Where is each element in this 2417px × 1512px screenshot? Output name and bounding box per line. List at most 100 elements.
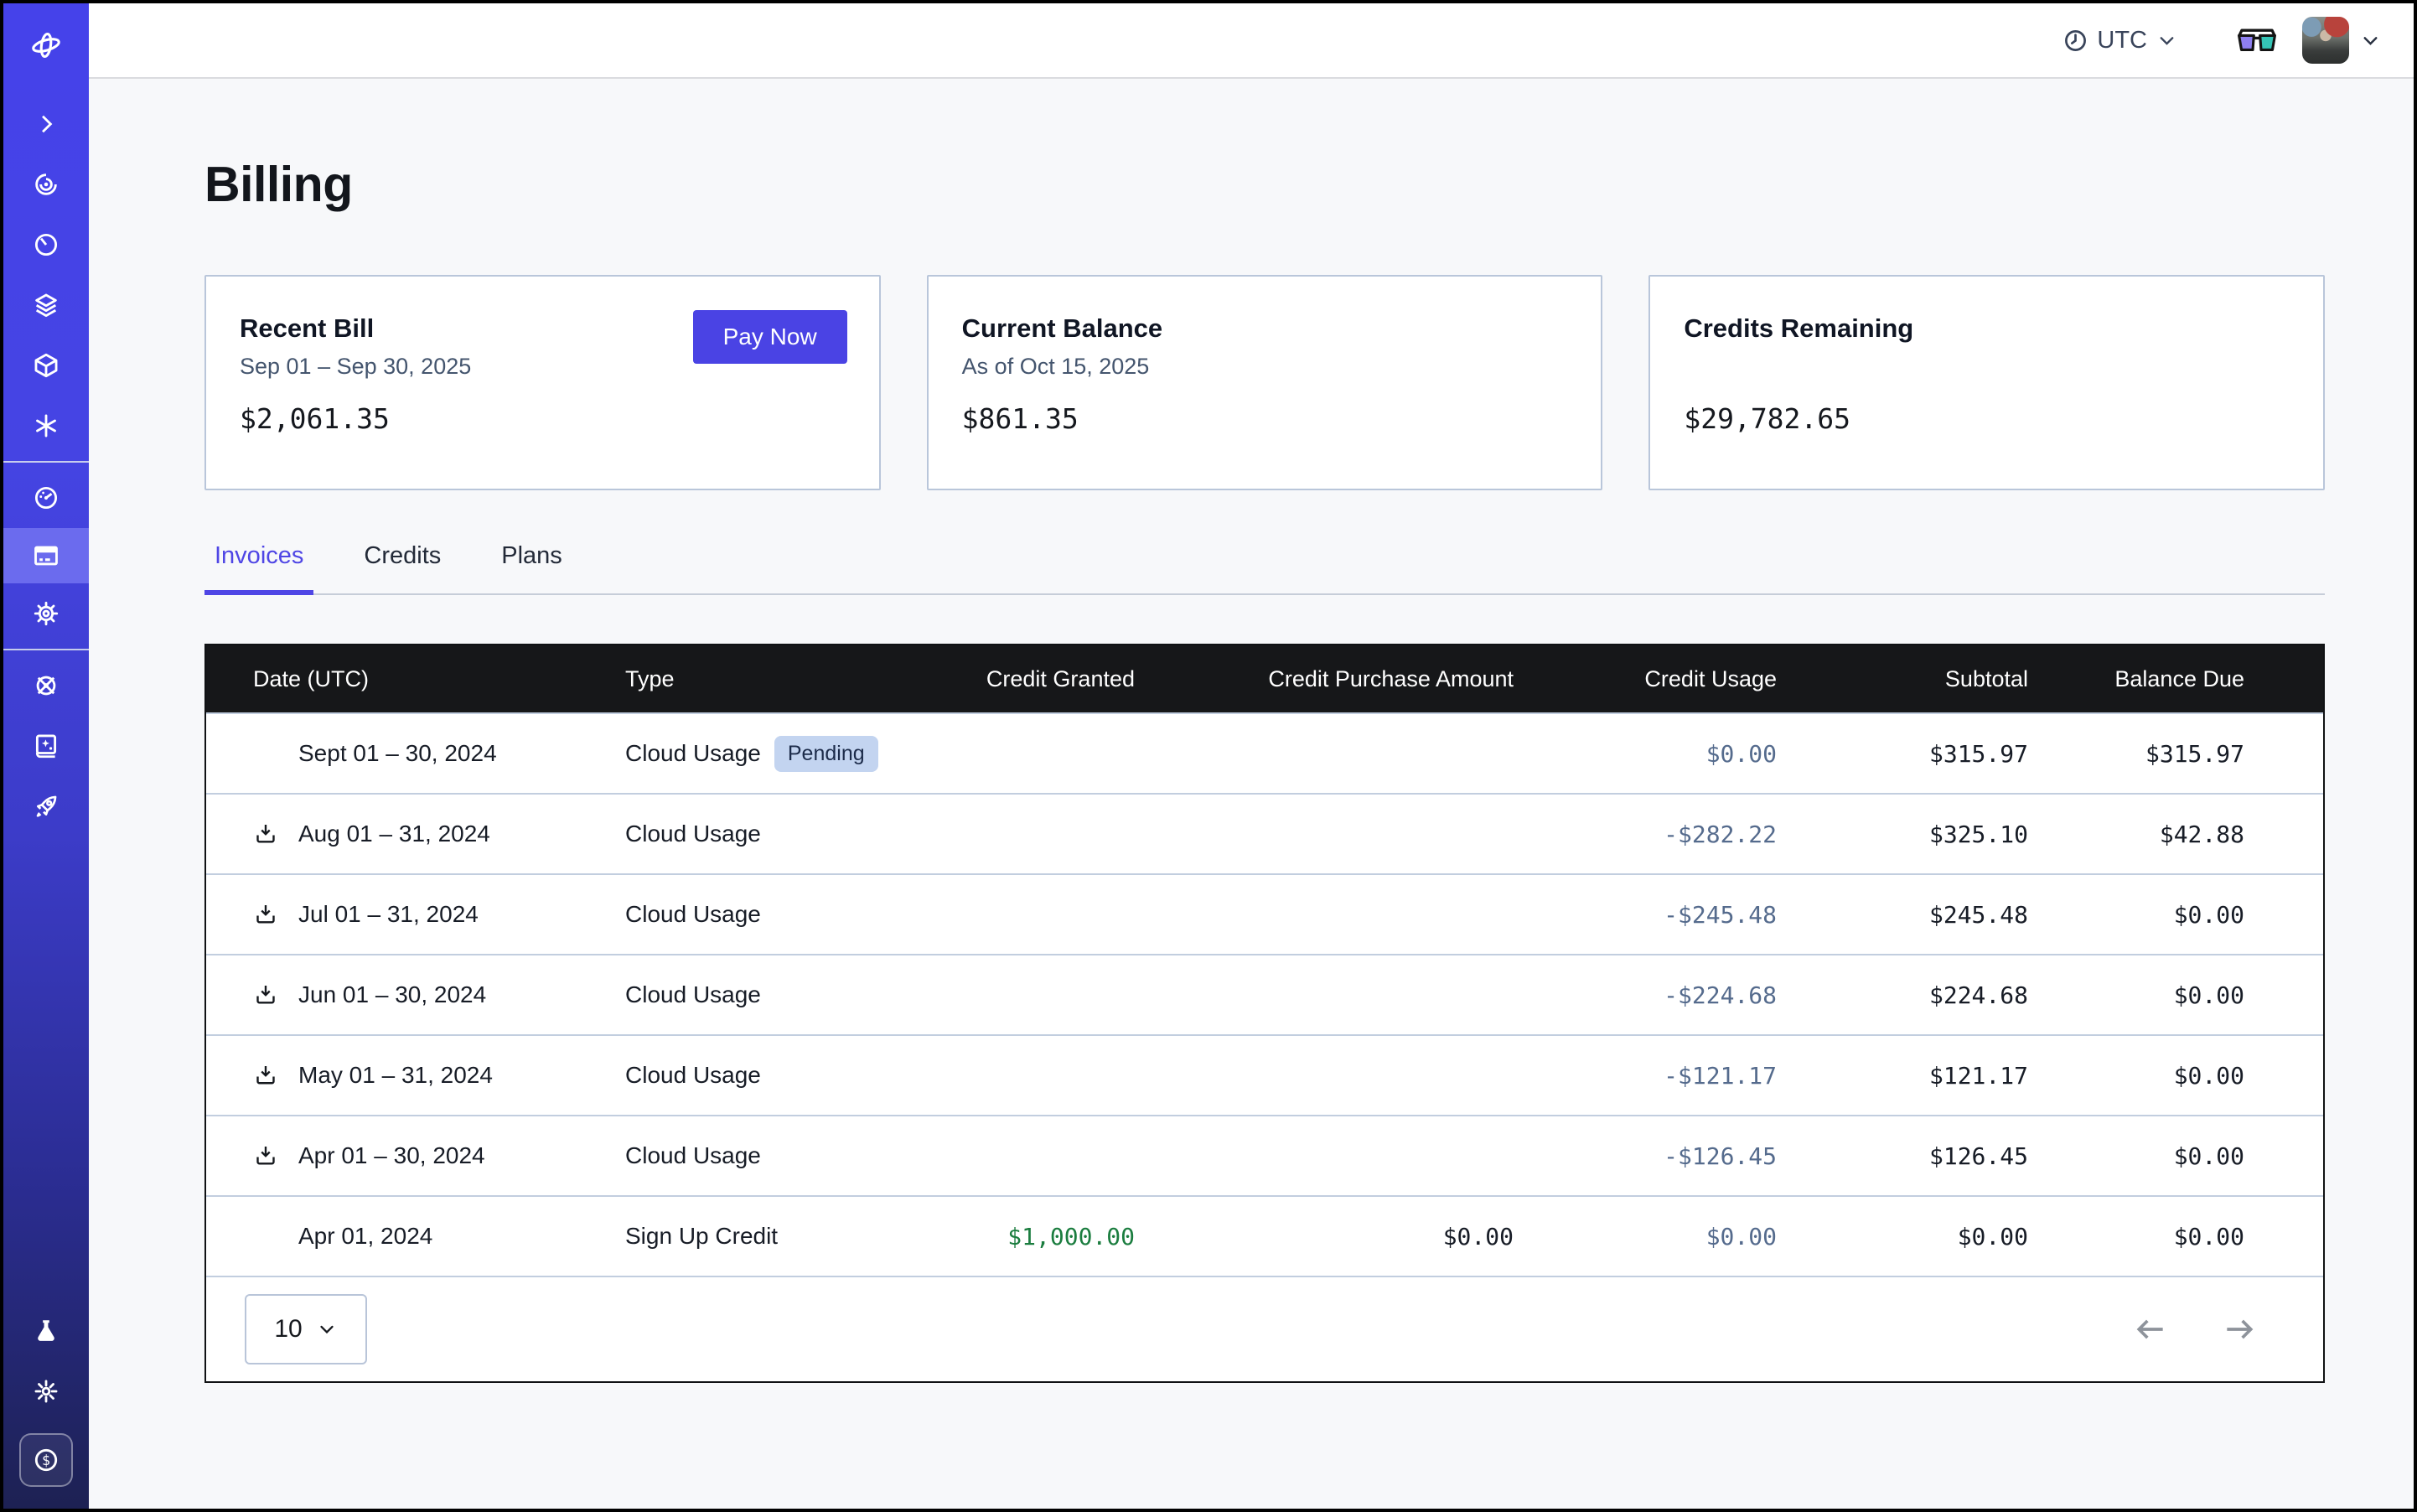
invoice-date: May 01 – 31, 2024 [298, 1062, 493, 1089]
asterisk-icon [32, 412, 60, 440]
sidebar-item-support[interactable] [3, 655, 89, 716]
sidebar-item-settings[interactable] [3, 583, 89, 644]
credit-usage: -$282.22 [1514, 821, 1777, 848]
subtotal: $126.45 [1777, 1142, 2028, 1170]
sidebar-item-layers[interactable] [3, 275, 89, 335]
card-subtitle [1684, 354, 2290, 382]
timezone-label: UTC [2097, 27, 2147, 54]
gauge-icon [32, 484, 60, 512]
card-amount: $861.35 [962, 402, 1568, 435]
credits-remaining-card: Credits Remaining $29,782.65 [1648, 275, 2325, 490]
page-size-select[interactable]: 10 [245, 1294, 367, 1364]
invoice-date: Jul 01 – 31, 2024 [298, 901, 479, 928]
card-amount: $29,782.65 [1684, 402, 2290, 435]
table-row: May 01 – 31, 2024 Cloud Usage -$121.17 $… [206, 1034, 2323, 1115]
subtotal: $325.10 [1777, 821, 2028, 848]
history-clock-icon [32, 230, 60, 259]
balance-due: $0.00 [2028, 1142, 2323, 1170]
sidebar-divider [3, 649, 89, 650]
credits-dollar-button[interactable]: $ [19, 1433, 73, 1487]
tab-plans[interactable]: Plans [491, 542, 572, 595]
credit-usage: $0.00 [1514, 740, 1777, 768]
tab-invoices[interactable]: Invoices [204, 542, 313, 595]
invoice-type: Cloud Usage [625, 981, 761, 1008]
credit-usage: -$126.45 [1514, 1142, 1777, 1170]
table-header: Date (UTC) Type Credit Granted Credit Pu… [206, 645, 2323, 712]
settings-gear-icon [32, 599, 60, 628]
svg-text:$: $ [42, 1452, 50, 1468]
table-row: Aug 01 – 31, 2024 Cloud Usage -$282.22 $… [206, 793, 2323, 873]
sidebar-item-history[interactable] [3, 215, 89, 275]
user-menu-button[interactable] [2359, 29, 2382, 52]
pay-now-button[interactable]: Pay Now [693, 310, 847, 364]
billing-card-icon [32, 541, 60, 570]
clock-icon [2062, 28, 2088, 54]
table-pagination: 10 [206, 1276, 2323, 1381]
sidebar-item-live[interactable] [3, 154, 89, 215]
user-avatar[interactable] [2302, 17, 2349, 64]
balance-due: $0.00 [2028, 1062, 2323, 1090]
sidebar-item-billing[interactable] [3, 528, 89, 583]
layers-icon [32, 291, 60, 319]
col-header-credit-usage: Credit Usage [1514, 666, 1777, 692]
sidebar-item-usage[interactable] [3, 468, 89, 528]
orbit-logo-icon[interactable] [3, 27, 89, 64]
download-invoice-button[interactable] [253, 1063, 285, 1088]
sidebar-item-labs[interactable] [3, 1301, 89, 1361]
invoice-date: Sept 01 – 30, 2024 [298, 740, 497, 767]
support-helm-icon [32, 671, 60, 700]
billing-tabs: Invoices Credits Plans [204, 542, 2325, 595]
dollar-badge-icon: $ [31, 1445, 61, 1475]
sidebar-item-containers[interactable] [3, 335, 89, 396]
download-invoice-button[interactable] [253, 982, 285, 1007]
col-header-subtotal: Subtotal [1777, 666, 2028, 692]
sidebar-item-getting-started[interactable] [3, 776, 89, 836]
subtotal: $245.48 [1777, 901, 2028, 929]
col-header-type: Type [625, 666, 860, 692]
card-subtitle: As of Oct 15, 2025 [962, 354, 1568, 382]
cube-icon [32, 351, 60, 380]
sidebar-item-expand[interactable] [3, 94, 89, 154]
invoice-type: Cloud Usage [625, 1142, 761, 1169]
sidebar-item-docs[interactable] [3, 716, 89, 776]
main-content: Billing Recent Bill Sep 01 – Sep 30, 202… [89, 79, 2414, 1509]
timezone-selector[interactable]: UTC [2062, 27, 2178, 54]
credit-purchase: $0.00 [1135, 1223, 1514, 1251]
page-title: Billing [204, 156, 2325, 213]
subtotal: $0.00 [1777, 1223, 2028, 1251]
balance-due: $42.88 [2028, 821, 2323, 848]
col-header-credit-purchase: Credit Purchase Amount [1135, 666, 1514, 692]
subtotal: $121.17 [1777, 1062, 2028, 1090]
rocket-icon [32, 792, 60, 821]
prev-page-button[interactable] [2127, 1306, 2174, 1353]
app-window: $ UTC [0, 0, 2417, 1512]
content-column: UTC Billing R [89, 3, 2414, 1509]
next-page-button[interactable] [2216, 1306, 2263, 1353]
table-row: Jul 01 – 31, 2024 Cloud Usage -$245.48 $… [206, 873, 2323, 954]
tab-credits[interactable]: Credits [354, 542, 451, 595]
3d-glasses-icon [2237, 27, 2277, 54]
download-icon [253, 821, 278, 847]
card-title: Current Balance [962, 313, 1568, 344]
download-invoice-button[interactable] [253, 902, 285, 927]
col-header-balance-due: Balance Due [2028, 666, 2323, 692]
invoice-type: Cloud Usage [625, 821, 761, 847]
table-row: Sept 01 – 30, 2024 Cloud UsagePending $0… [206, 712, 2323, 793]
chevron-down-icon [2156, 29, 2178, 52]
download-invoice-button[interactable] [253, 1143, 285, 1168]
subtotal: $315.97 [1777, 740, 2028, 768]
sidebar-item-theme[interactable] [3, 1361, 89, 1421]
theme-glasses-button[interactable] [2237, 27, 2277, 54]
balance-due: $315.97 [2028, 740, 2323, 768]
subtotal: $224.68 [1777, 981, 2028, 1009]
sidebar-item-functions[interactable] [3, 396, 89, 456]
topbar: UTC [89, 3, 2414, 79]
recent-bill-card: Recent Bill Sep 01 – Sep 30, 2025 $2,061… [204, 275, 881, 490]
download-invoice-button[interactable] [253, 821, 285, 847]
download-icon [253, 982, 278, 1007]
sun-icon [32, 1377, 60, 1406]
spiral-icon [32, 170, 60, 199]
balance-due: $0.00 [2028, 981, 2323, 1009]
current-balance-card: Current Balance As of Oct 15, 2025 $861.… [927, 275, 1603, 490]
credit-granted: $1,000.00 [860, 1223, 1135, 1251]
